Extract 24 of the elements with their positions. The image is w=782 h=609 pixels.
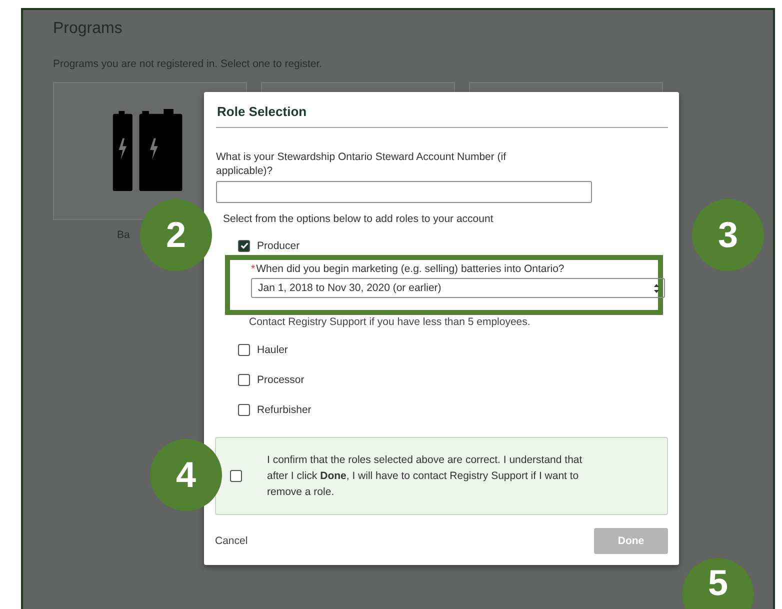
- role-label: Hauler: [257, 344, 288, 356]
- checkbox[interactable]: [238, 240, 250, 252]
- dialog-title: Role Selection: [216, 104, 668, 128]
- step-badge: 4: [150, 439, 222, 511]
- note-text: Contact Registry Support if you have less than 5 employees.: [249, 316, 532, 328]
- step-badge: 3: [692, 199, 764, 271]
- role-label: Refurbisher: [257, 404, 312, 416]
- producer-question: *When did you begin marketing (e.g. selling) batteries into Ontario?: [251, 263, 566, 275]
- role-label: Processor: [257, 374, 304, 386]
- checkbox[interactable]: [238, 374, 250, 386]
- checkbox[interactable]: [238, 344, 250, 356]
- checkbox[interactable]: [238, 404, 250, 416]
- roles-prompt: Select from the options below to add roles to your account: [223, 213, 494, 225]
- confirmation-text: I confirm that the roles selected above are correct. I understand that after I click Done, I will have to contact Registry Support if I want to remove a role.: [267, 453, 584, 500]
- date-select[interactable]: Jan 1, 2018 to Nov 30, 2020 (or earlier): [251, 278, 665, 298]
- role-label: Producer: [257, 240, 300, 252]
- account-question: What is your Stewardship Ontario Steward Account Number (if applicable)?: [216, 150, 508, 178]
- confirm-checkbox[interactable]: [230, 470, 242, 482]
- page-title: Programs: [53, 20, 124, 38]
- cancel-link[interactable]: Cancel: [215, 535, 248, 547]
- card-label: Ba: [117, 229, 130, 241]
- step-badge: 5: [682, 558, 754, 609]
- spinner-icon: [654, 284, 659, 292]
- account-number-field[interactable]: [216, 181, 592, 203]
